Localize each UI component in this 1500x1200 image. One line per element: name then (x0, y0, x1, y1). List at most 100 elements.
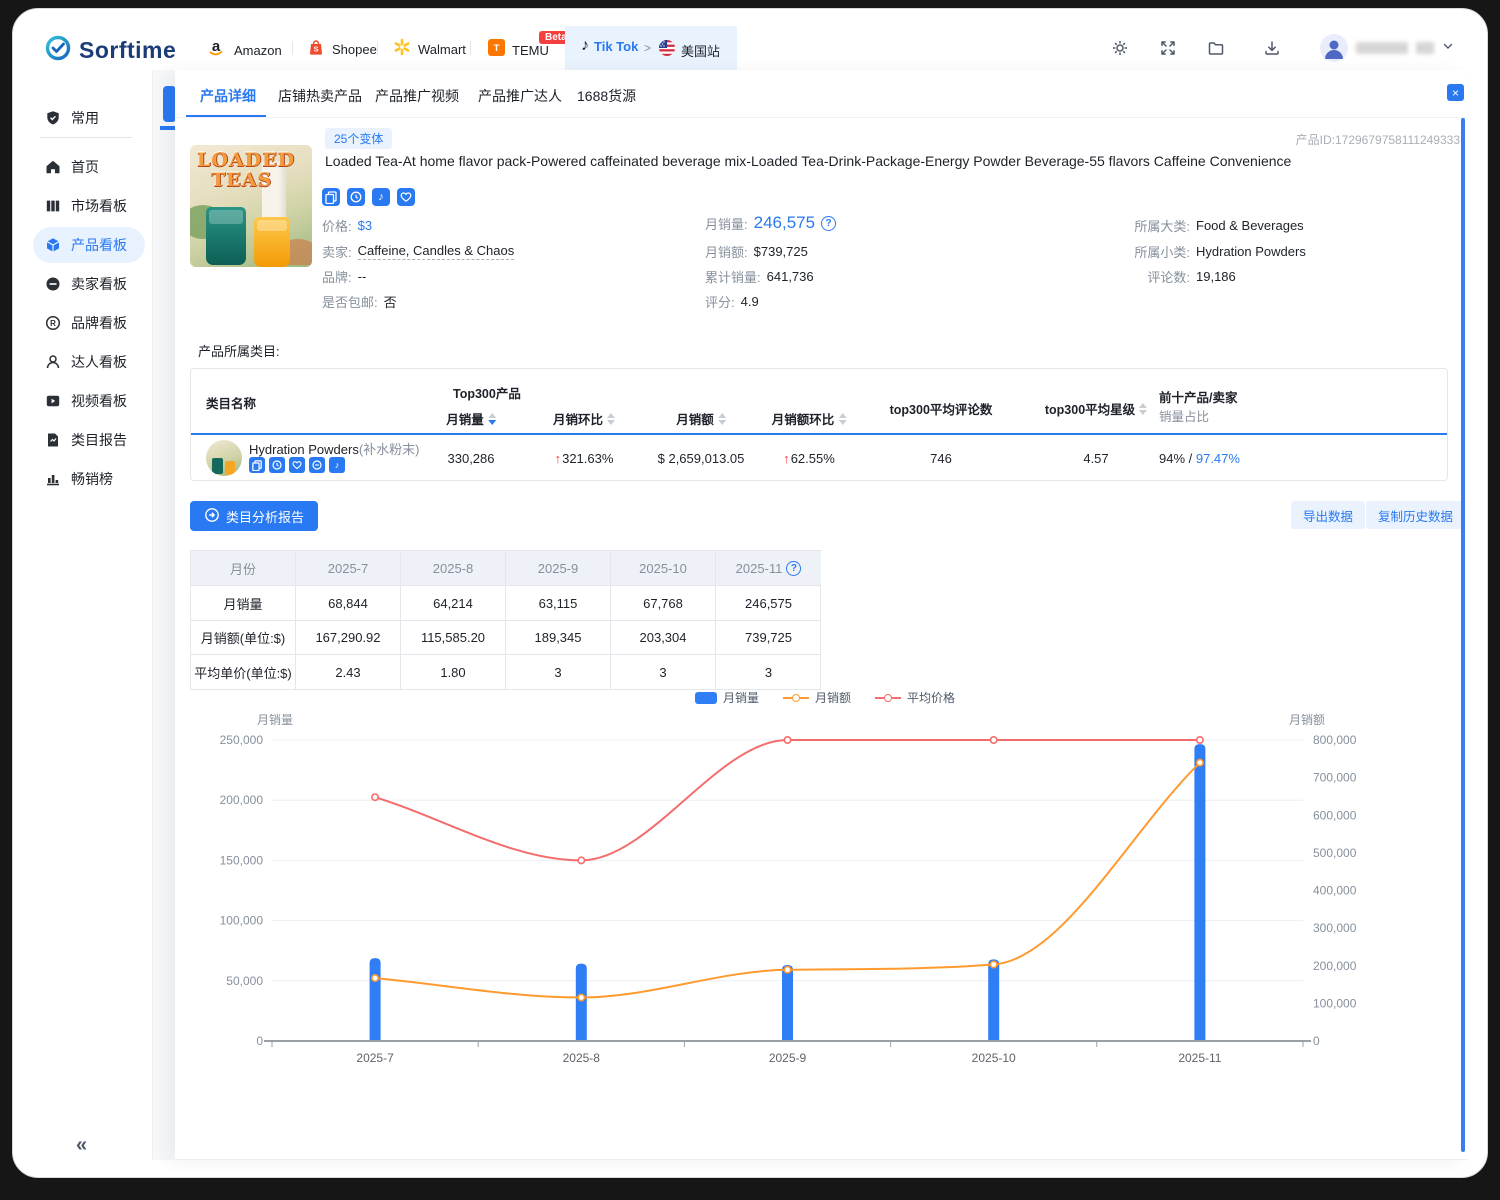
svg-text:400,000: 400,000 (1313, 884, 1357, 898)
nav-tiktok[interactable]: ♪ Tik Tok (581, 38, 638, 54)
sidebar-item-label: 视频看板 (71, 391, 127, 411)
svg-text:T: T (494, 43, 500, 54)
report-doc-icon (45, 432, 61, 448)
variants-badge[interactable]: 25个变体 (325, 128, 392, 149)
tab-product-detail[interactable]: 产品详细 (200, 86, 256, 106)
history-icon[interactable] (347, 188, 365, 206)
person-icon (45, 354, 61, 370)
cell-revenue-mom: ↑62.55% (783, 451, 835, 466)
cell-top10-share: 94% / 97.47% (1159, 451, 1240, 466)
history-icon[interactable] (269, 457, 285, 473)
seller-link[interactable]: Caffeine, Candles & Chaos (358, 243, 515, 260)
folder-icon[interactable] (1206, 38, 1226, 63)
col-sales-mom[interactable]: 月销环比 (553, 409, 615, 428)
sort-icon (607, 413, 615, 425)
copy-icon[interactable] (322, 188, 340, 206)
legend-monthly-revenue[interactable]: 月销额 (783, 689, 851, 706)
share-link[interactable]: 97.47% (1196, 451, 1240, 466)
month-header: 2025-9 (506, 551, 611, 586)
minus-circle-icon[interactable] (309, 457, 325, 473)
help-icon[interactable]: ? (821, 216, 836, 231)
svg-text:0: 0 (256, 1034, 263, 1048)
product-image[interactable]: LOADEDTEAS (190, 145, 312, 267)
category-row-avatar (206, 440, 242, 476)
cell: 68,844 (296, 586, 401, 621)
sales-trend-chart[interactable]: 050,000100,000150,000200,000250,0000100,… (190, 710, 1460, 1075)
category-analysis-report-button[interactable]: 类目分析报告 (190, 501, 318, 531)
sidebar-section-common[interactable]: 常用 (33, 100, 145, 136)
sidebar-item-label: 达人看板 (71, 352, 127, 372)
tab-promo-influencers[interactable]: 产品推广达人 (478, 86, 562, 106)
sidebar-item-influencer[interactable]: 达人看板 (33, 344, 145, 380)
month-header: 2025-10 (611, 551, 716, 586)
region-selector[interactable]: 美国站 (659, 40, 720, 61)
sidebar-item-product[interactable]: 产品看板 (33, 227, 145, 263)
month-header: 月份 (191, 551, 296, 586)
tab-1688-supply[interactable]: 1688货源 (577, 86, 636, 106)
favorite-heart-icon[interactable] (397, 188, 415, 206)
nav-shopee[interactable]: S Shopee (307, 38, 377, 61)
copy-icon[interactable] (249, 457, 265, 473)
sidebar-item-category-report[interactable]: 类目报告 (33, 422, 145, 458)
product-action-icons: ♪ (322, 188, 415, 206)
product-title: Loaded Tea-At home flavor pack-Powered c… (325, 153, 1445, 169)
download-icon[interactable] (1262, 38, 1282, 63)
svg-text:月销量: 月销量 (257, 713, 293, 727)
cell: 1.80 (401, 655, 506, 689)
sidebar-item-bestsellers[interactable]: 畅销榜 (33, 461, 145, 497)
sidebar-section-label: 常用 (71, 108, 99, 128)
active-tab-underline (186, 115, 266, 117)
cell: 3 (506, 655, 611, 689)
legend-avg-price[interactable]: 平均价格 (875, 689, 955, 706)
cell-sales-mom: ↑321.63% (555, 451, 614, 466)
sidebar-item-video[interactable]: 视频看板 (33, 383, 145, 419)
home-icon (45, 159, 61, 175)
chevron-right-icon: > (644, 41, 651, 55)
col-revenue-mom[interactable]: 月销额环比 (772, 409, 847, 428)
sidebar-item-brand[interactable]: R 品牌看板 (33, 305, 145, 341)
svg-text:S: S (313, 44, 318, 53)
tab-promo-videos[interactable]: 产品推广视频 (375, 86, 459, 106)
monthly-sales-value: 246,575 (754, 213, 815, 233)
svg-text:150,000: 150,000 (220, 853, 264, 867)
panel-scrollbar[interactable] (1461, 118, 1465, 1152)
help-icon[interactable]: ? (786, 561, 801, 576)
sorftime-logo[interactable]: Sorftime (45, 35, 176, 66)
sidebar-divider (152, 70, 153, 1160)
line-swatch (783, 694, 809, 702)
nav-amazon[interactable]: a Amazon (206, 38, 282, 63)
cell: 115,585.20 (401, 621, 506, 655)
sidebar-collapse-button[interactable]: « (76, 1134, 87, 1157)
col-top10-share: 销量占比 (1159, 406, 1209, 425)
nav-shopee-label: Shopee (332, 42, 377, 57)
col-monthly-sales[interactable]: 月销量 (446, 409, 496, 428)
temu-icon: T (488, 39, 505, 61)
sub-category-field: 所属小类:Hydration Powders (1124, 242, 1306, 261)
category-name[interactable]: Hydration Powders(补水粉末) (249, 439, 420, 458)
settings-icon[interactable] (1110, 38, 1130, 63)
sidebar-item-home[interactable]: 首页 (33, 149, 145, 185)
sidebar-item-seller[interactable]: 卖家看板 (33, 266, 145, 302)
row-label-sales[interactable]: 月销量 (191, 586, 296, 621)
tiktok-link-icon[interactable]: ♪ (329, 457, 345, 473)
nav-walmart[interactable]: Walmart (393, 38, 466, 61)
user-menu[interactable] (1320, 34, 1454, 62)
close-panel-button[interactable]: × (1447, 84, 1464, 101)
svg-text:500,000: 500,000 (1313, 846, 1357, 860)
username-redacted (1356, 42, 1408, 54)
fullscreen-icon[interactable] (1158, 38, 1178, 63)
svg-text:2025-8: 2025-8 (563, 1051, 601, 1065)
tab-shop-hot-products[interactable]: 店铺热卖产品 (278, 86, 362, 106)
monthly-data-table: 月份 2025-7 2025-8 2025-9 2025-10 2025-11?… (190, 550, 821, 690)
tiktok-link-icon[interactable]: ♪ (372, 188, 390, 206)
export-data-button[interactable]: 导出数据 (1291, 501, 1365, 529)
shield-icon (45, 110, 61, 126)
col-avg-rating[interactable]: top300平均星级 (1045, 399, 1147, 418)
sidebar-item-market[interactable]: 市场看板 (33, 188, 145, 224)
amazon-icon: a (206, 38, 226, 63)
copy-history-button[interactable]: 复制历史数据 (1366, 501, 1465, 529)
favorite-heart-icon[interactable] (289, 457, 305, 473)
legend-monthly-sales[interactable]: 月销量 (695, 689, 759, 706)
col-monthly-revenue[interactable]: 月销额 (676, 409, 726, 428)
cell: 739,725 (716, 621, 821, 655)
